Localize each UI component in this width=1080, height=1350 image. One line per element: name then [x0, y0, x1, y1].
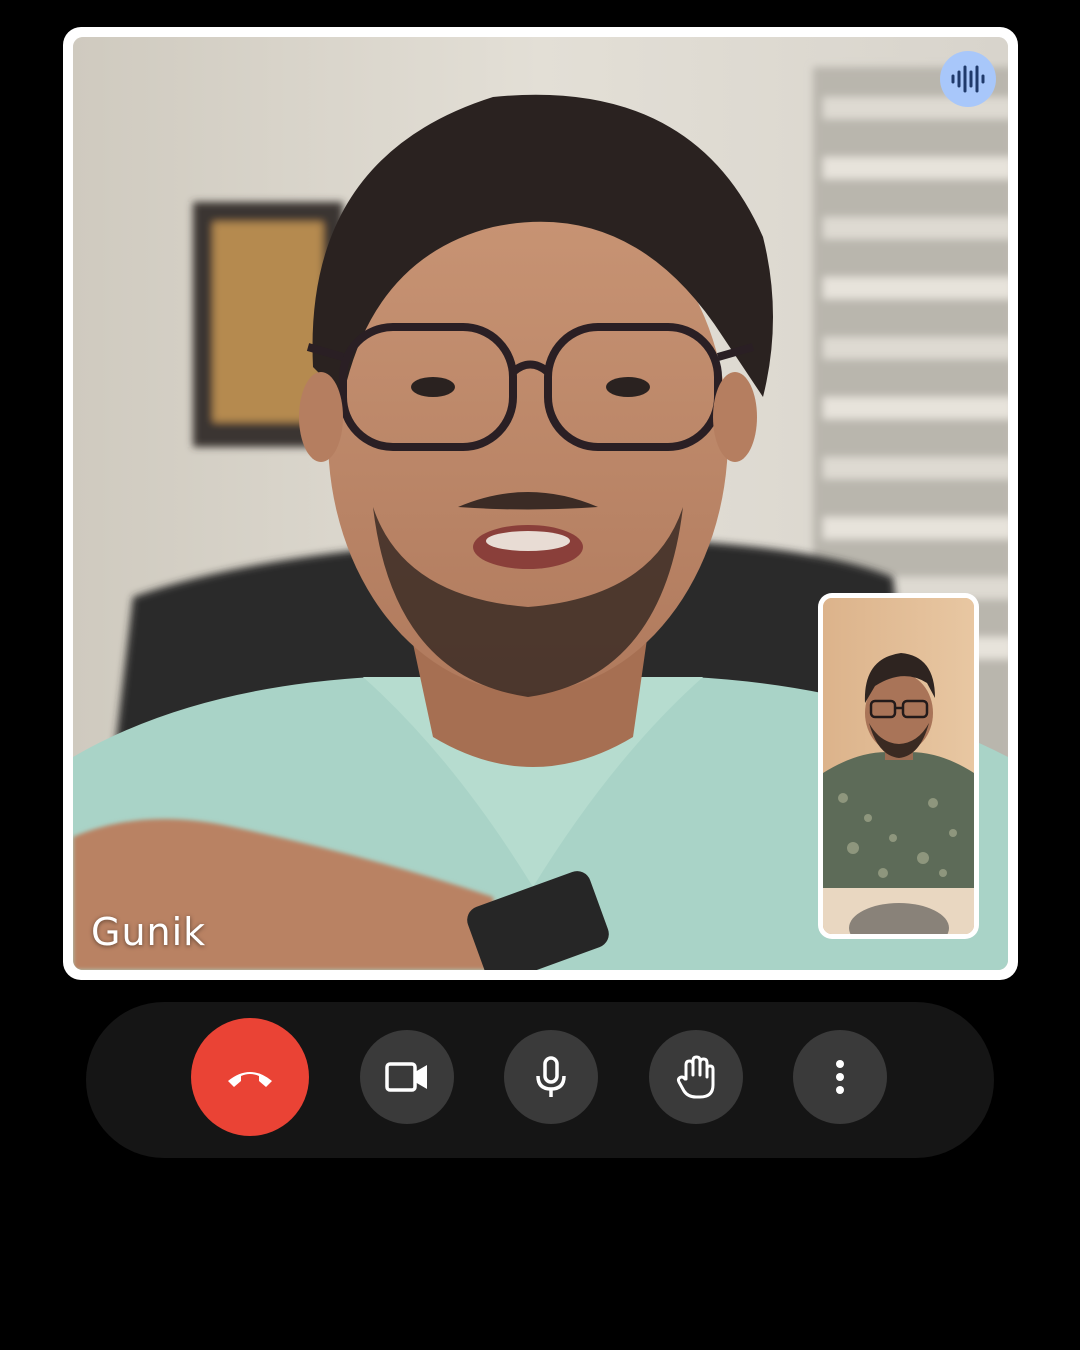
self-video-image — [823, 598, 974, 934]
speaking-indicator — [940, 51, 996, 107]
self-video-feed — [823, 598, 974, 934]
self-view-tile[interactable] — [818, 593, 979, 939]
video-camera-icon — [385, 1062, 427, 1092]
end-call-button[interactable] — [191, 1018, 309, 1136]
microphone-toggle-button[interactable] — [504, 1030, 598, 1124]
raise-hand-button[interactable] — [649, 1030, 743, 1124]
more-options-button[interactable] — [793, 1030, 887, 1124]
phone-hangup-icon — [228, 1072, 272, 1087]
participant-name: Gunik — [91, 910, 207, 954]
camera-toggle-button[interactable] — [360, 1030, 454, 1124]
hand-icon — [676, 1055, 715, 1099]
more-vertical-icon — [836, 1060, 844, 1094]
audio-waveform-icon — [951, 65, 985, 93]
call-control-bar — [86, 1002, 994, 1158]
microphone-icon — [536, 1056, 566, 1097]
